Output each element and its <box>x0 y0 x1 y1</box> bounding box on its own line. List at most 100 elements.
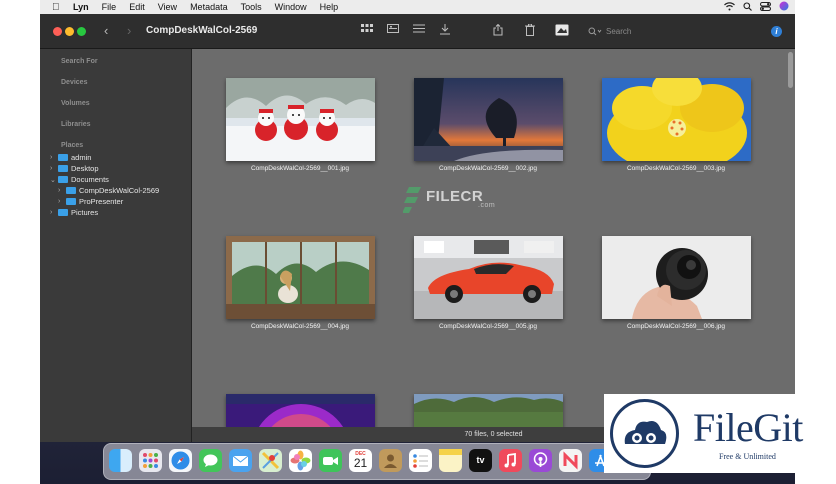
facetime-icon[interactable] <box>319 449 342 472</box>
status-text: 70 files, 0 selected <box>464 431 523 438</box>
sidebar-item-pictures[interactable]: › Pictures <box>50 208 98 217</box>
section-search-for[interactable]: Search For <box>61 58 98 65</box>
filegit-tagline: Free & Unlimited <box>719 452 776 461</box>
chevron-right-icon[interactable]: › <box>58 187 66 194</box>
section-devices[interactable]: Devices <box>61 79 87 86</box>
close-window-button[interactable] <box>53 27 62 36</box>
thumbnail-caption: CompDeskWalCol-2569__004.jpg <box>250 323 350 330</box>
chevron-down-icon[interactable]: ⌄ <box>50 176 58 184</box>
photos-icon[interactable] <box>289 449 312 472</box>
menu-edit[interactable]: Edit <box>129 2 145 12</box>
thumbnail-sunset-tree[interactable] <box>414 78 563 161</box>
menu-window[interactable]: Window <box>275 2 307 12</box>
forward-arrow-icon[interactable]: › <box>127 23 131 38</box>
thumbnail-caption: CompDeskWalCol-2569__003.jpg <box>626 165 726 172</box>
section-libraries[interactable]: Libraries <box>61 121 91 128</box>
calendar-icon[interactable]: DEC 21 <box>349 449 372 472</box>
section-places[interactable]: Places <box>61 142 83 149</box>
chevron-right-icon[interactable]: › <box>50 165 58 172</box>
sidebar-item-label: admin <box>71 153 92 162</box>
section-volumes[interactable]: Volumes <box>61 100 90 107</box>
folder-icon <box>58 209 68 216</box>
menu-metadata[interactable]: Metadata <box>190 2 228 12</box>
watermark-suffix: .com <box>478 202 496 209</box>
podcasts-icon[interactable] <box>529 449 552 472</box>
maps-icon[interactable] <box>259 449 282 472</box>
sidebar-item-documents[interactable]: ⌄ Documents <box>50 175 109 184</box>
calendar-day: 21 <box>353 456 368 470</box>
thumbnail-snowmen[interactable] <box>226 78 375 161</box>
siri-icon[interactable] <box>779 1 789 13</box>
vertical-scrollbar[interactable] <box>788 52 793 88</box>
search-field[interactable]: Search <box>588 24 708 38</box>
music-icon[interactable] <box>499 449 522 472</box>
launchpad-icon[interactable] <box>139 449 162 472</box>
reminders-icon[interactable] <box>409 449 432 472</box>
back-arrow-icon[interactable]: ‹ <box>104 23 108 38</box>
info-icon[interactable]: i <box>771 26 782 37</box>
share-icon[interactable] <box>491 23 505 38</box>
thumbnail-caption: CompDeskWalCol-2569__006.jpg <box>626 323 726 330</box>
apple-menu-icon[interactable]:  <box>52 2 63 13</box>
detail-view-icon[interactable] <box>386 24 400 38</box>
menu-bar:  Lyn File Edit View Metadata Tools Wind… <box>40 0 795 14</box>
minimize-window-button[interactable] <box>65 27 74 36</box>
menu-view[interactable]: View <box>158 2 177 12</box>
filegit-logo-icon <box>610 399 679 468</box>
menu-app-name[interactable]: Lyn <box>73 2 89 12</box>
sidebar: Search For Devices Volumes Libraries Pla… <box>40 49 192 442</box>
grid-view-icon[interactable] <box>360 24 374 38</box>
thumbnail-yellow-flower[interactable] <box>602 78 751 161</box>
contacts-icon[interactable] <box>379 449 402 472</box>
thumbnail-woman-window[interactable] <box>226 236 375 319</box>
lyn-window: ‹ › CompDeskWalCol-2569 Search i Search … <box>40 14 795 442</box>
thumbnail-camera-lens[interactable] <box>602 236 751 319</box>
menu-tools[interactable]: Tools <box>241 2 262 12</box>
chevron-right-icon[interactable]: › <box>58 198 66 205</box>
menu-help[interactable]: Help <box>320 2 339 12</box>
thumbnail-red-car[interactable] <box>414 236 563 319</box>
sidebar-item-admin[interactable]: › admin <box>50 153 91 162</box>
sidebar-item-desktop[interactable]: › Desktop <box>50 164 99 173</box>
chevron-right-icon[interactable]: › <box>50 209 58 216</box>
apple-tv-label: tv <box>476 455 485 465</box>
filegit-watermark: FileGit Free & Unlimited <box>604 394 836 473</box>
sidebar-item-propresenter[interactable]: › ProPresenter <box>58 197 123 206</box>
sidebar-item-label: Documents <box>71 175 109 184</box>
sidebar-item-label: ProPresenter <box>79 197 124 206</box>
notes-icon[interactable] <box>439 449 462 472</box>
apple-tv-icon[interactable]: tv <box>469 449 492 472</box>
menu-file[interactable]: File <box>102 2 117 12</box>
zoom-window-button[interactable] <box>77 27 86 36</box>
list-view-icon[interactable] <box>412 24 426 38</box>
thumbnail-caption: CompDeskWalCol-2569__001.jpg <box>250 165 350 172</box>
messages-icon[interactable] <box>199 449 222 472</box>
trash-icon[interactable] <box>523 23 537 38</box>
sidebar-item-label: Pictures <box>71 208 99 217</box>
thumbnail-grid: CompDeskWalCol-2569__001.jpg CompDeskWal… <box>192 49 795 442</box>
search-placeholder: Search <box>606 26 632 36</box>
filecr-watermark: FILECR .com <box>426 188 495 209</box>
folder-icon <box>66 187 76 194</box>
sidebar-item-label: Desktop <box>71 164 99 173</box>
news-icon[interactable] <box>559 449 582 472</box>
folder-icon <box>66 198 76 205</box>
import-icon[interactable] <box>438 24 452 38</box>
mail-icon[interactable] <box>229 449 252 472</box>
search-icon <box>588 27 602 35</box>
thumbnail-caption: CompDeskWalCol-2569__005.jpg <box>438 323 538 330</box>
spotlight-search-icon[interactable] <box>743 1 752 13</box>
wifi-icon[interactable] <box>724 1 735 13</box>
open-in-editor-icon[interactable] <box>554 24 570 38</box>
sidebar-item-compdeskwalcol[interactable]: › CompDeskWalCol-2569 <box>58 186 159 195</box>
safari-icon[interactable] <box>169 449 192 472</box>
folder-icon <box>58 176 68 183</box>
finder-icon[interactable] <box>109 449 132 472</box>
folder-icon <box>58 154 68 161</box>
dock: DEC 21 tv <box>103 443 651 480</box>
thumbnail-caption: CompDeskWalCol-2569__002.jpg <box>438 165 538 172</box>
chevron-right-icon[interactable]: › <box>50 154 58 161</box>
window-title: CompDeskWalCol-2569 <box>146 25 258 36</box>
control-center-icon[interactable] <box>760 1 771 13</box>
title-bar: ‹ › CompDeskWalCol-2569 Search i <box>40 14 795 49</box>
